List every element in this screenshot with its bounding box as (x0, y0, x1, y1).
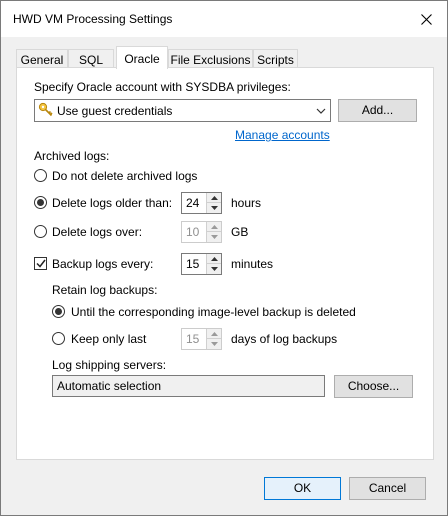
logs-over-value: 10 (186, 225, 200, 239)
chevron-down-icon (316, 105, 326, 119)
radio-delete-logs-over[interactable] (34, 225, 47, 238)
older-than-stepper[interactable]: 24 (181, 192, 222, 214)
stepper-up-icon[interactable] (207, 222, 221, 232)
stepper-down-icon[interactable] (207, 339, 221, 349)
older-than-value: 24 (186, 196, 200, 210)
stepper-down-icon[interactable] (207, 203, 221, 213)
radio-delete-logs-over-label: Delete logs over: (52, 225, 143, 239)
keep-days-unit: days of log backups (231, 332, 338, 346)
older-than-unit: hours (231, 196, 262, 210)
credentials-dropdown[interactable]: Use guest credentials (34, 99, 331, 122)
log-shipping-servers-field[interactable]: Automatic selection (52, 375, 325, 397)
cancel-button[interactable]: Cancel (349, 477, 426, 500)
backup-logs-checkbox[interactable] (34, 257, 47, 270)
logs-over-stepper[interactable]: 10 (181, 221, 222, 243)
radio-keep-only-last[interactable] (52, 332, 65, 345)
stepper-up-icon[interactable] (207, 254, 221, 264)
credentials-selected-value: Use guest credentials (57, 104, 173, 118)
log-shipping-servers-label: Log shipping servers: (52, 358, 167, 372)
archived-logs-heading: Archived logs: (34, 149, 110, 163)
manage-accounts-link[interactable]: Manage accounts (235, 128, 330, 142)
stepper-down-icon[interactable] (207, 264, 221, 274)
stepper-down-icon[interactable] (207, 232, 221, 242)
logs-over-unit: GB (231, 225, 249, 239)
radio-delete-older-than-label: Delete logs older than: (52, 196, 173, 210)
keep-days-value: 15 (186, 332, 200, 346)
radio-do-not-delete[interactable] (34, 169, 47, 182)
choose-button[interactable]: Choose... (334, 375, 413, 398)
ok-button[interactable]: OK (264, 477, 341, 500)
key-icon (38, 102, 54, 121)
backup-interval-unit: minutes (231, 257, 274, 271)
stepper-up-icon[interactable] (207, 193, 221, 203)
retain-log-backups-heading: Retain log backups: (52, 283, 158, 297)
stepper-up-icon[interactable] (207, 329, 221, 339)
backup-interval-value: 15 (186, 257, 200, 271)
backup-interval-stepper[interactable]: 15 (181, 253, 222, 275)
add-button[interactable]: Add... (338, 99, 417, 122)
radio-until-image-deleted[interactable] (52, 305, 65, 318)
oracle-account-label: Specify Oracle account with SYSDBA privi… (34, 80, 291, 94)
dialog-window: HWD VM Processing Settings General SQL O… (0, 0, 448, 516)
checkmark-icon (35, 259, 46, 268)
radio-do-not-delete-label: Do not delete archived logs (52, 169, 198, 183)
log-shipping-servers-value: Automatic selection (57, 379, 162, 393)
backup-logs-label: Backup logs every: (52, 257, 154, 271)
radio-delete-older-than[interactable] (34, 196, 47, 209)
radio-until-image-deleted-label: Until the corresponding image-level back… (71, 305, 356, 319)
dialog-footer: OK Cancel (1, 463, 447, 515)
radio-keep-only-last-label: Keep only last (71, 332, 147, 346)
keep-days-stepper[interactable]: 15 (181, 328, 222, 350)
